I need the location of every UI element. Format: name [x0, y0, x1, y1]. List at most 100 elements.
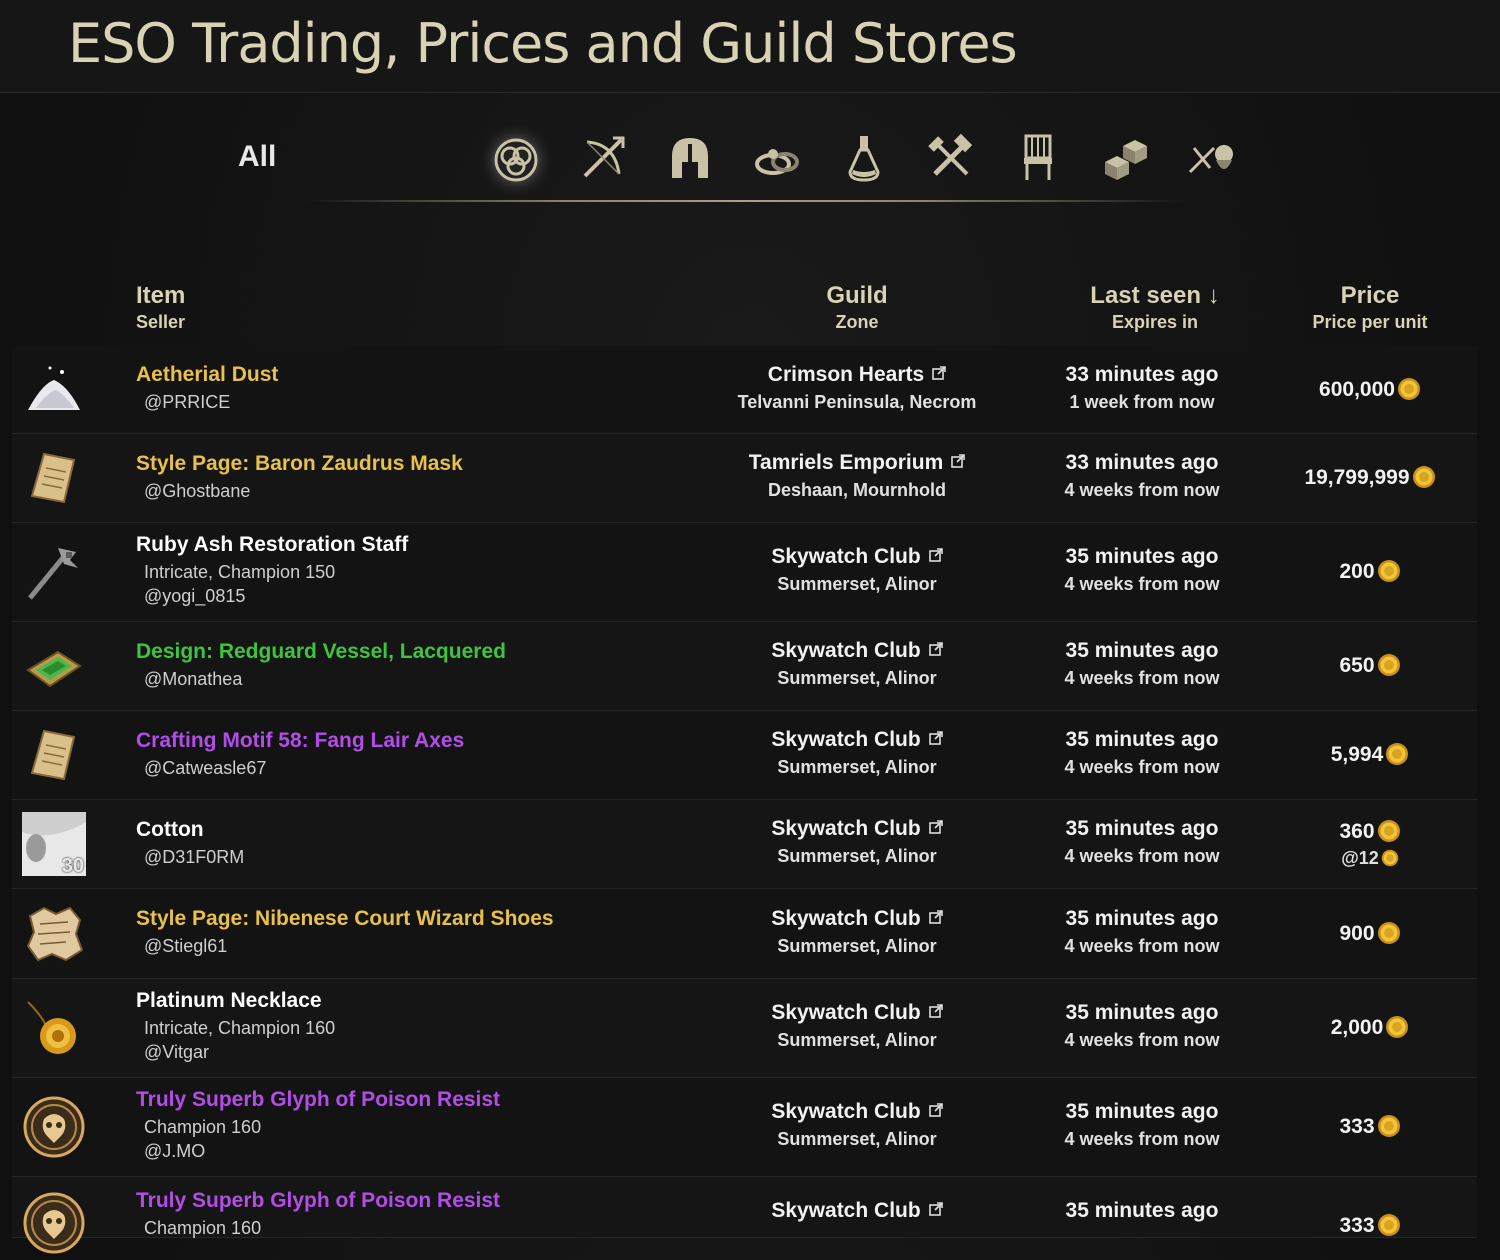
guild-link[interactable]: Skywatch Club	[771, 545, 920, 568]
table-row[interactable]: Design: Redguard Vessel, Lacquered @Monat…	[12, 622, 1477, 711]
last-seen-text: 35 minutes ago	[1065, 1199, 1219, 1222]
item-name-link[interactable]: Style Page: Baron Zaudrus Mask	[136, 452, 463, 476]
expires-text: 4 weeks from now	[1064, 574, 1220, 594]
column-header-price[interactable]: Price Price per unit	[1270, 282, 1470, 333]
seller-name[interactable]: @yogi_0815	[144, 586, 408, 607]
external-link-icon[interactable]	[932, 366, 946, 380]
item-name-link[interactable]: Platinum Necklace	[136, 989, 335, 1013]
guild-cell: Skywatch Club Summerset, Alinor	[657, 639, 1057, 689]
last-seen-text: 33 minutes ago	[1065, 451, 1219, 474]
zone-text: Summerset, Alinor	[777, 757, 937, 777]
expires-text: 4 weeks from now	[1064, 1030, 1220, 1050]
external-link-icon[interactable]	[928, 548, 943, 562]
torn-page-icon[interactable]	[22, 902, 86, 966]
column-header-guild[interactable]: Guild Zone	[757, 282, 957, 333]
seller-name[interactable]: @Monathea	[144, 669, 506, 690]
table-row[interactable]: Truly Superb Glyph of Poison Resist Champ…	[12, 1078, 1477, 1177]
table-row[interactable]: Style Page: Baron Zaudrus Mask @Ghostbane…	[12, 434, 1477, 523]
table-row[interactable]: Crafting Motif 58: Fang Lair Axes @Catwea…	[12, 711, 1477, 800]
price-column-title: Price	[1340, 282, 1400, 309]
external-link-icon[interactable]	[928, 731, 943, 745]
item-name-link[interactable]: Truly Superb Glyph of Poison Resist	[136, 1088, 500, 1112]
item-details: Champion 160	[144, 1117, 262, 1137]
zone-text: Deshaan, Mournhold	[767, 480, 946, 500]
column-header-item[interactable]: Item Seller	[136, 282, 185, 333]
gold-coin-icon	[1377, 819, 1401, 843]
item-name-link[interactable]: Truly Superb Glyph of Poison Resist	[136, 1189, 500, 1213]
zone-text: Summerset, Alinor	[777, 574, 937, 594]
misc-icon[interactable]	[1184, 130, 1240, 186]
expires-text: 4 weeks from now	[1064, 936, 1220, 956]
price-value: 333	[1339, 1214, 1375, 1237]
item-cell: Platinum Necklace Intricate, Champion 160…	[136, 989, 335, 1063]
guild-link[interactable]: Skywatch Club	[771, 728, 920, 751]
site-title[interactable]: ESO Trading, Prices and Guild Stores	[68, 12, 1018, 75]
item-name-link[interactable]: Cotton	[136, 818, 244, 842]
dust-icon[interactable]	[22, 358, 86, 422]
necklace-icon[interactable]	[22, 996, 86, 1060]
seller-name[interactable]: @Stiegl61	[144, 936, 554, 957]
table-row[interactable]: Truly Superb Glyph of Poison Resist Champ…	[12, 1177, 1477, 1254]
table-row[interactable]: Aetherial Dust @PRRICE Crimson Hearts Telva…	[12, 346, 1477, 434]
table-row[interactable]: Ruby Ash Restoration Staff Intricate, Cha…	[12, 523, 1477, 622]
price-value: 2,000	[1330, 1016, 1384, 1039]
table-row[interactable]: Platinum Necklace Intricate, Champion 160…	[12, 979, 1477, 1078]
seller-name[interactable]: @Catweasle67	[144, 758, 464, 779]
scroll-icon[interactable]	[22, 446, 86, 510]
last-seen-text: 35 minutes ago	[1065, 1001, 1219, 1024]
item-name-link[interactable]: Style Page: Nibenese Court Wizard Shoes	[136, 907, 554, 931]
category-all[interactable]: All	[238, 140, 276, 174]
seller-name[interactable]: @PRRICE	[144, 392, 278, 413]
item-name-link[interactable]: Aetherial Dust	[136, 363, 278, 387]
seller-name[interactable]: @D31F0RM	[144, 847, 244, 868]
guild-link[interactable]: Skywatch Club	[771, 1199, 920, 1222]
seller-name[interactable]: @Vitgar	[144, 1042, 335, 1063]
external-link-icon[interactable]	[951, 454, 966, 468]
staff-icon[interactable]	[22, 540, 86, 604]
item-name-link[interactable]: Design: Redguard Vessel, Lacquered	[136, 640, 506, 664]
furnishing-icon[interactable]	[1010, 130, 1066, 186]
last-seen-column-title: Last seen ↓	[1090, 282, 1220, 309]
external-link-icon[interactable]	[928, 1202, 943, 1216]
guild-link[interactable]: Tamriels Emporium	[749, 451, 944, 474]
item-name-link[interactable]: Crafting Motif 58: Fang Lair Axes	[136, 729, 464, 753]
last-seen-cell: 35 minutes ago 4 weeks from now	[1042, 728, 1242, 778]
item-column-title: Item	[136, 282, 186, 309]
external-link-icon[interactable]	[928, 1004, 943, 1018]
seller-name[interactable]: @Ghostbane	[144, 481, 463, 502]
materials-icon[interactable]	[1097, 130, 1153, 186]
jewelry-icon[interactable]	[749, 130, 805, 186]
external-link-icon[interactable]	[928, 820, 943, 834]
guild-link[interactable]: Skywatch Club	[771, 817, 920, 840]
scroll-icon[interactable]	[22, 723, 86, 787]
column-header-last-seen[interactable]: Last seen ↓ Expires in	[1055, 282, 1255, 333]
zone-text: Telvanni Peninsula, Necrom	[737, 392, 977, 412]
item-name-link[interactable]: Ruby Ash Restoration Staff	[136, 533, 408, 557]
armor-icon[interactable]	[662, 130, 718, 186]
glyph-icon[interactable]	[22, 1191, 86, 1255]
guild-link[interactable]: Skywatch Club	[771, 1001, 920, 1024]
seller-name[interactable]: @J.MO	[144, 1141, 500, 1162]
item-cell: Ruby Ash Restoration Staff Intricate, Cha…	[136, 533, 408, 607]
cloth-icon[interactable]: 30	[22, 812, 86, 877]
design-icon[interactable]	[22, 634, 86, 698]
glyph-icon[interactable]	[22, 1095, 86, 1159]
external-link-icon[interactable]	[928, 910, 943, 924]
guild-link[interactable]: Skywatch Club	[771, 639, 920, 662]
guild-link[interactable]: Crimson Hearts	[768, 363, 924, 386]
all-items-icon[interactable]	[488, 130, 544, 186]
consumables-icon[interactable]	[836, 130, 892, 186]
last-seen-text: 35 minutes ago	[1065, 728, 1219, 751]
table-row[interactable]: 30 Cotton @D31F0RM Skywatch Club Summerset, …	[12, 800, 1477, 889]
expires-text: 1 week from now	[1069, 392, 1215, 412]
crafting-icon[interactable]	[923, 130, 979, 186]
guild-cell: Skywatch Club Summerset, Alinor	[657, 545, 1057, 595]
item-cell: Crafting Motif 58: Fang Lair Axes @Catwea…	[136, 729, 464, 779]
table-row[interactable]: Style Page: Nibenese Court Wizard Shoes @…	[12, 889, 1477, 979]
expires-text: 4 weeks from now	[1064, 1129, 1220, 1149]
guild-link[interactable]: Skywatch Club	[771, 1100, 920, 1123]
weapons-icon[interactable]	[575, 130, 631, 186]
external-link-icon[interactable]	[928, 642, 943, 656]
external-link-icon[interactable]	[928, 1103, 943, 1117]
guild-link[interactable]: Skywatch Club	[771, 907, 920, 930]
